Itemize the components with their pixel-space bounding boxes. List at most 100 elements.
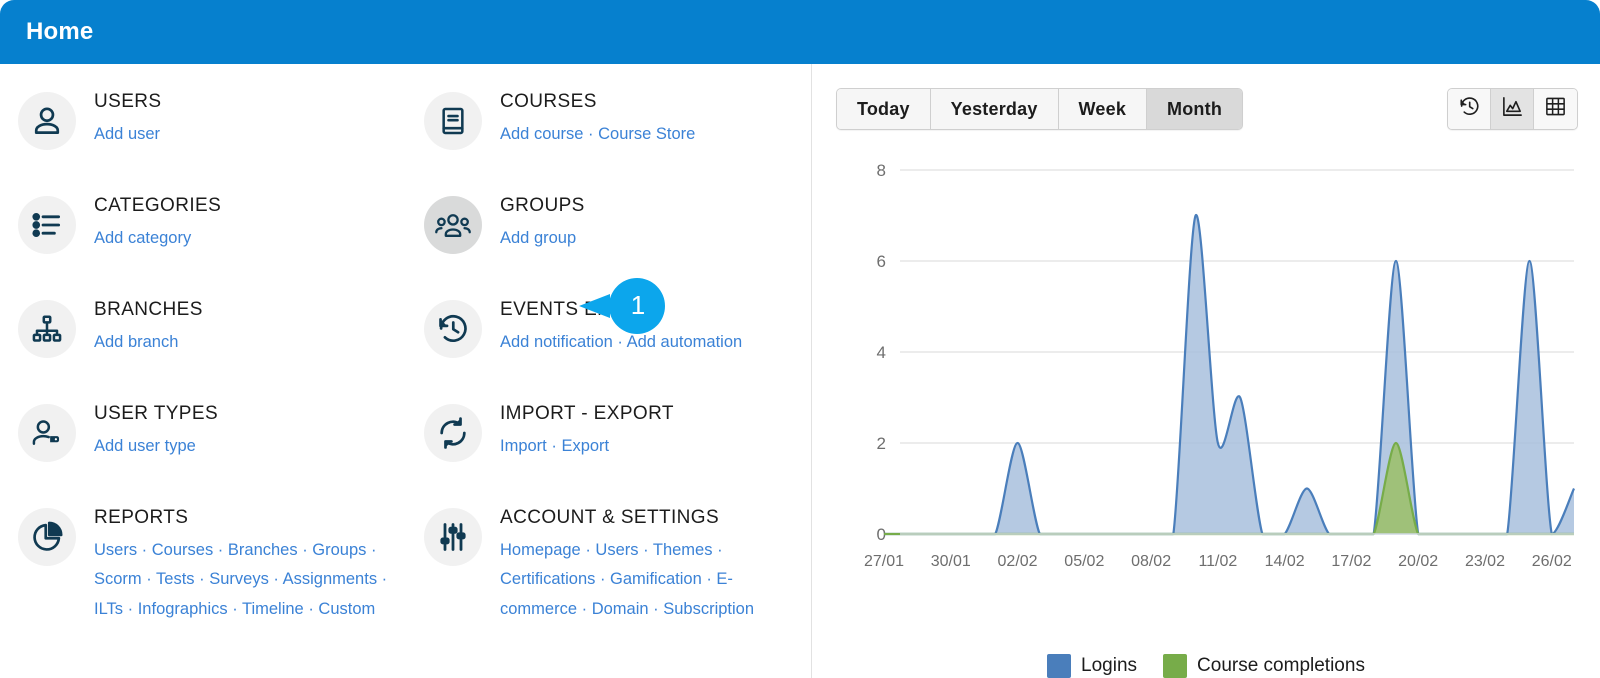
link-events-engine-1[interactable]: Add automation bbox=[627, 333, 743, 351]
y-axis-tick-label: 4 bbox=[877, 343, 886, 362]
link-reports-7[interactable]: Assignments bbox=[283, 570, 377, 588]
view-button-clock-rewind[interactable] bbox=[1448, 89, 1491, 129]
link-separator: · bbox=[377, 570, 387, 588]
link-user-types-0[interactable]: Add user type bbox=[94, 437, 196, 455]
user-tag-icon[interactable] bbox=[18, 404, 76, 462]
link-account-settings-6[interactable]: Domain bbox=[592, 600, 649, 618]
user-icon[interactable] bbox=[18, 92, 76, 150]
link-import-export-1[interactable]: Export bbox=[561, 437, 609, 455]
link-reports-5[interactable]: Tests bbox=[156, 570, 195, 588]
shortcut-links-user-types: Add user type bbox=[94, 432, 218, 461]
shortcut-text-reports: REPORTSUsers · Courses · Branches · Grou… bbox=[94, 506, 394, 624]
shortcut-text-categories: CATEGORIESAdd category bbox=[94, 194, 221, 253]
link-categories-0[interactable]: Add category bbox=[94, 229, 191, 247]
link-reports-11[interactable]: Custom bbox=[318, 600, 375, 618]
link-courses-0[interactable]: Add course bbox=[500, 125, 583, 143]
shortcuts-grid: USERSAdd user COURSESAdd course · Course… bbox=[0, 86, 811, 606]
range-button-month[interactable]: Month bbox=[1147, 89, 1242, 129]
activity-chart: 0246827/0130/0102/0205/0208/0211/0214/02… bbox=[812, 146, 1600, 616]
sync-arrows-icon[interactable] bbox=[424, 404, 482, 462]
link-events-engine-0[interactable]: Add notification bbox=[500, 333, 613, 351]
link-reports-1[interactable]: Courses bbox=[152, 541, 213, 559]
link-reports-10[interactable]: Timeline bbox=[242, 600, 304, 618]
x-axis-tick-label: 14/02 bbox=[1265, 553, 1305, 570]
shortcut-reports[interactable]: REPORTSUsers · Courses · Branches · Grou… bbox=[0, 502, 406, 606]
area-chart-icon bbox=[1501, 95, 1524, 123]
link-separator: · bbox=[702, 570, 717, 588]
callout-number: 1 bbox=[623, 290, 653, 320]
legend-label: Course completions bbox=[1197, 655, 1365, 677]
shortcut-text-groups: GROUPSAdd group bbox=[500, 194, 585, 253]
link-reports-0[interactable]: Users bbox=[94, 541, 137, 559]
link-account-settings-2[interactable]: Themes bbox=[653, 541, 713, 559]
list-icon[interactable] bbox=[18, 196, 76, 254]
link-separator: · bbox=[613, 333, 627, 351]
view-button-area-chart[interactable] bbox=[1491, 89, 1534, 129]
range-button-yesterday[interactable]: Yesterday bbox=[931, 89, 1059, 129]
chart-pane: TodayYesterdayWeekMonth 0246827/0130/010… bbox=[812, 64, 1600, 678]
shortcut-account-settings[interactable]: ACCOUNT & SETTINGS Homepage · Users · The… bbox=[406, 502, 812, 606]
link-users-0[interactable]: Add user bbox=[94, 125, 160, 143]
callout-marker-1: 1 bbox=[577, 278, 665, 334]
link-separator: · bbox=[304, 600, 319, 618]
shortcut-import-export[interactable]: IMPORT - EXPORT Import · Export bbox=[406, 398, 812, 502]
range-button-today[interactable]: Today bbox=[837, 89, 931, 129]
shortcut-branches[interactable]: BRANCHES Add branch bbox=[0, 294, 406, 398]
link-reports-2[interactable]: Branches bbox=[228, 541, 298, 559]
link-separator: · bbox=[195, 570, 210, 588]
book-icon[interactable] bbox=[424, 92, 482, 150]
view-toggle-group[interactable] bbox=[1447, 88, 1578, 130]
link-separator: · bbox=[712, 541, 722, 559]
x-axis-tick-label: 11/02 bbox=[1198, 553, 1237, 570]
link-reports-3[interactable]: Groups bbox=[312, 541, 366, 559]
link-account-settings-0[interactable]: Homepage bbox=[500, 541, 581, 559]
shortcut-links-branches: Add branch bbox=[94, 328, 203, 357]
link-separator: · bbox=[298, 541, 313, 559]
link-reports-9[interactable]: Infographics bbox=[138, 600, 228, 618]
legend-label: Logins bbox=[1081, 655, 1137, 677]
pie-chart-icon[interactable] bbox=[18, 508, 76, 566]
shortcut-categories[interactable]: CATEGORIESAdd category bbox=[0, 190, 406, 294]
link-account-settings-4[interactable]: Gamification bbox=[610, 570, 702, 588]
shortcut-links-categories: Add category bbox=[94, 224, 221, 253]
link-account-settings-1[interactable]: Users bbox=[595, 541, 638, 559]
link-import-export-0[interactable]: Import bbox=[500, 437, 547, 455]
shortcut-links-reports: Users · Courses · Branches · Groups · Sc… bbox=[94, 536, 394, 624]
link-separator: · bbox=[123, 600, 138, 618]
x-axis-tick-label: 02/02 bbox=[998, 553, 1038, 570]
shortcut-text-branches: BRANCHES Add branch bbox=[94, 298, 203, 357]
shortcut-users[interactable]: USERSAdd user bbox=[0, 86, 406, 190]
legend-item-logins[interactable]: Logins bbox=[1047, 654, 1137, 678]
sliders-icon[interactable] bbox=[424, 508, 482, 566]
link-account-settings-7[interactable]: Subscription bbox=[663, 600, 754, 618]
link-reports-6[interactable]: Surveys bbox=[209, 570, 269, 588]
link-account-settings-3[interactable]: Certifications bbox=[500, 570, 595, 588]
clock-rewind-icon[interactable] bbox=[424, 300, 482, 358]
shortcut-user-types[interactable]: USER TYPES Add user type bbox=[0, 398, 406, 502]
link-separator: · bbox=[583, 125, 598, 143]
shortcut-title-import-export: IMPORT - EXPORT bbox=[500, 404, 674, 425]
date-range-toolbar[interactable]: TodayYesterdayWeekMonth bbox=[836, 88, 1243, 130]
shortcut-links-account-settings: Homepage · Users · Themes · Certificatio… bbox=[500, 536, 800, 624]
x-axis-tick-label: 17/02 bbox=[1331, 553, 1371, 570]
sitemap-icon[interactable] bbox=[18, 300, 76, 358]
view-button-table-grid[interactable] bbox=[1534, 89, 1577, 129]
shortcut-title-account-settings: ACCOUNT & SETTINGS bbox=[500, 508, 800, 529]
link-groups-0[interactable]: Add group bbox=[500, 229, 576, 247]
x-axis-tick-label: 08/02 bbox=[1131, 553, 1171, 570]
link-reports-4[interactable]: Scorm bbox=[94, 570, 142, 588]
shortcut-courses[interactable]: COURSESAdd course · Course Store bbox=[406, 86, 812, 190]
series-area-logins bbox=[884, 215, 1574, 534]
legend-item-course-completions[interactable]: Course completions bbox=[1163, 654, 1365, 678]
x-axis-tick-label: 26/02 bbox=[1532, 553, 1572, 570]
link-separator: · bbox=[228, 600, 242, 618]
link-courses-1[interactable]: Course Store bbox=[598, 125, 695, 143]
group-people-icon[interactable] bbox=[424, 196, 482, 254]
shortcut-title-branches: BRANCHES bbox=[94, 300, 203, 321]
link-separator: · bbox=[547, 437, 562, 455]
link-reports-8[interactable]: ILTs bbox=[94, 600, 123, 618]
link-branches-0[interactable]: Add branch bbox=[94, 333, 178, 351]
shortcut-text-users: USERSAdd user bbox=[94, 90, 161, 149]
shortcut-title-user-types: USER TYPES bbox=[94, 404, 218, 425]
range-button-week[interactable]: Week bbox=[1059, 89, 1148, 129]
